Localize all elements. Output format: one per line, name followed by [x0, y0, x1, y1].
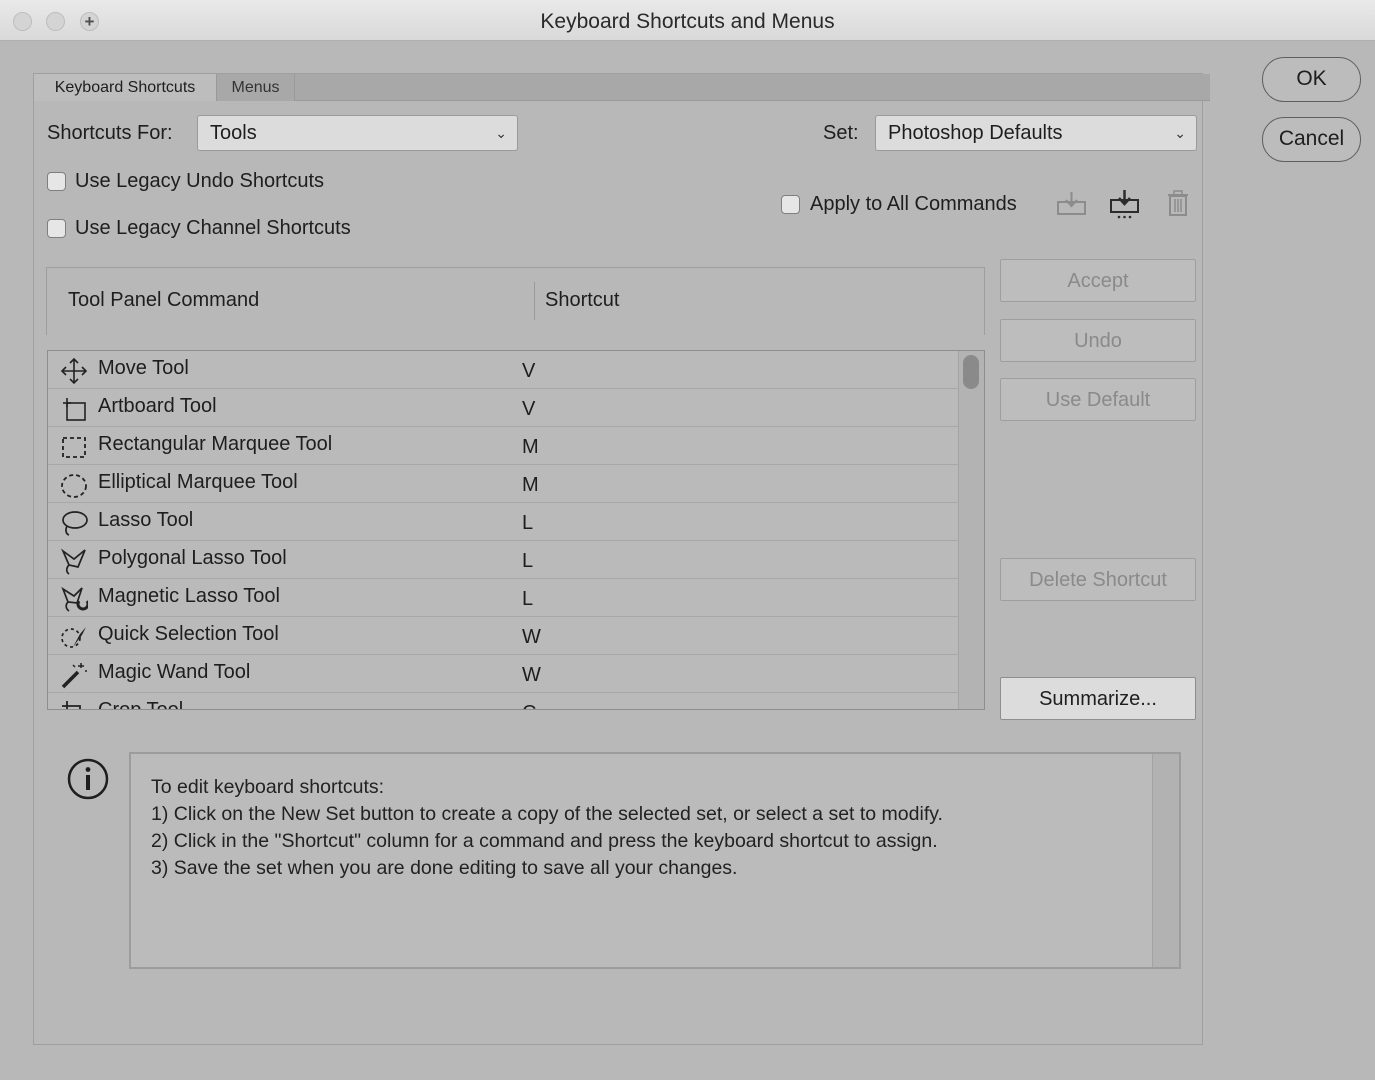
table-row[interactable]: Quick Selection Tool W [48, 617, 958, 655]
legacy-undo-label: Use Legacy Undo Shortcuts [75, 170, 325, 192]
apply-all-checkbox[interactable] [781, 195, 800, 214]
table-header: Tool Panel Command Shortcut [46, 267, 985, 335]
set-label: Set: [823, 122, 859, 144]
shortcuts-for-label: Shortcuts For: [47, 122, 173, 144]
shortcut-key[interactable]: V [522, 360, 535, 383]
cancel-button[interactable]: Cancel [1262, 117, 1361, 162]
shortcut-key[interactable]: L [522, 512, 533, 535]
command-name: Lasso Tool [98, 509, 194, 531]
shortcut-key[interactable]: L [522, 588, 533, 611]
table-row[interactable]: Rectangular Marquee Tool M [48, 427, 958, 465]
shortcuts-for-select[interactable]: Tools ⌄ [197, 115, 518, 151]
command-name: Magnetic Lasso Tool [98, 585, 280, 607]
legacy-channel-label: Use Legacy Channel Shortcuts [75, 217, 351, 239]
shortcut-key[interactable]: M [522, 474, 539, 497]
window-title: Keyboard Shortcuts and Menus [540, 10, 835, 33]
table-scrollbar[interactable] [958, 351, 984, 709]
info-line: To edit keyboard shortcuts: [151, 776, 385, 798]
chevron-down-icon: ⌄ [495, 125, 507, 141]
command-name: Move Tool [98, 357, 189, 379]
magnetic-lasso-icon [61, 586, 88, 612]
accept-button[interactable]: Accept [1000, 259, 1196, 302]
table-row[interactable]: Lasso Tool L [48, 503, 958, 541]
table-row[interactable]: Artboard Tool V [48, 389, 958, 427]
crop-icon [62, 701, 81, 709]
info-line: 3) Save the set when you are done editin… [151, 857, 738, 879]
scrollbar-thumb[interactable] [963, 355, 979, 389]
shortcut-table: Move Tool V Artboard Tool V Rectangular … [47, 350, 985, 710]
table-row[interactable]: Crop Tool C [48, 693, 958, 710]
table-row[interactable]: Magic Wand Tool W [48, 655, 958, 693]
trash-icon[interactable] [1166, 190, 1190, 218]
shortcut-key[interactable]: L [522, 550, 533, 573]
table-row[interactable]: Move Tool V [48, 351, 958, 389]
info-line: 1) Click on the New Set button to create… [151, 803, 943, 825]
artboard-icon [63, 398, 86, 421]
command-name: Magic Wand Tool [98, 661, 251, 683]
tab-keyboard-shortcuts[interactable]: Keyboard Shortcuts [34, 74, 217, 101]
shortcut-key[interactable]: W [522, 664, 541, 687]
new-set-icon[interactable] [1110, 188, 1140, 220]
legacy-channel-checkbox[interactable] [47, 219, 66, 238]
set-select[interactable]: Photoshop Defaults ⌄ [875, 115, 1197, 151]
column-header-command[interactable]: Tool Panel Command [68, 289, 259, 312]
lasso-icon [62, 511, 88, 536]
apply-all-label: Apply to All Commands [810, 193, 1017, 215]
shortcut-key[interactable]: M [522, 436, 539, 459]
title-bar: + Keyboard Shortcuts and Menus [0, 0, 1375, 41]
legacy-undo-checkbox[interactable] [47, 172, 66, 191]
shortcuts-for-value: Tools [210, 122, 257, 144]
ok-button[interactable]: OK [1262, 57, 1361, 102]
chevron-down-icon: ⌄ [1174, 125, 1186, 141]
command-name: Polygonal Lasso Tool [98, 547, 287, 569]
shortcut-key[interactable]: V [522, 398, 535, 421]
table-row[interactable]: Elliptical Marquee Tool M [48, 465, 958, 503]
set-value: Photoshop Defaults [888, 122, 1063, 144]
magic-wand-icon [61, 663, 87, 689]
info-line: 2) Click in the "Shortcut" column for a … [151, 830, 938, 852]
info-text-box: To edit keyboard shortcuts: 1) Click on … [129, 752, 1181, 969]
save-set-icon[interactable] [1057, 190, 1087, 218]
quick-selection-icon [61, 627, 86, 648]
table-row[interactable]: Polygonal Lasso Tool L [48, 541, 958, 579]
tab-menus[interactable]: Menus [217, 74, 295, 101]
ellipse-marquee-icon [61, 474, 87, 498]
undo-button[interactable]: Undo [1000, 319, 1196, 362]
command-name: Rectangular Marquee Tool [98, 433, 333, 455]
command-name: Artboard Tool [98, 395, 217, 417]
rect-marquee-icon [62, 437, 86, 458]
table-row[interactable]: Magnetic Lasso Tool L [48, 579, 958, 617]
polygonal-lasso-icon [61, 548, 86, 575]
info-icon [67, 758, 109, 800]
column-header-shortcut[interactable]: Shortcut [545, 289, 619, 312]
use-default-button[interactable]: Use Default [1000, 378, 1196, 421]
command-name: Elliptical Marquee Tool [98, 471, 298, 493]
move-icon [60, 357, 88, 385]
summarize-button[interactable]: Summarize... [1000, 677, 1196, 720]
shortcut-key[interactable]: C [522, 702, 536, 709]
command-name: Crop Tool [98, 699, 184, 710]
header-divider [534, 282, 535, 320]
shortcut-key[interactable]: W [522, 626, 541, 649]
info-scrollbar[interactable] [1152, 754, 1179, 967]
command-name: Quick Selection Tool [98, 623, 279, 645]
delete-shortcut-button[interactable]: Delete Shortcut [1000, 558, 1196, 601]
